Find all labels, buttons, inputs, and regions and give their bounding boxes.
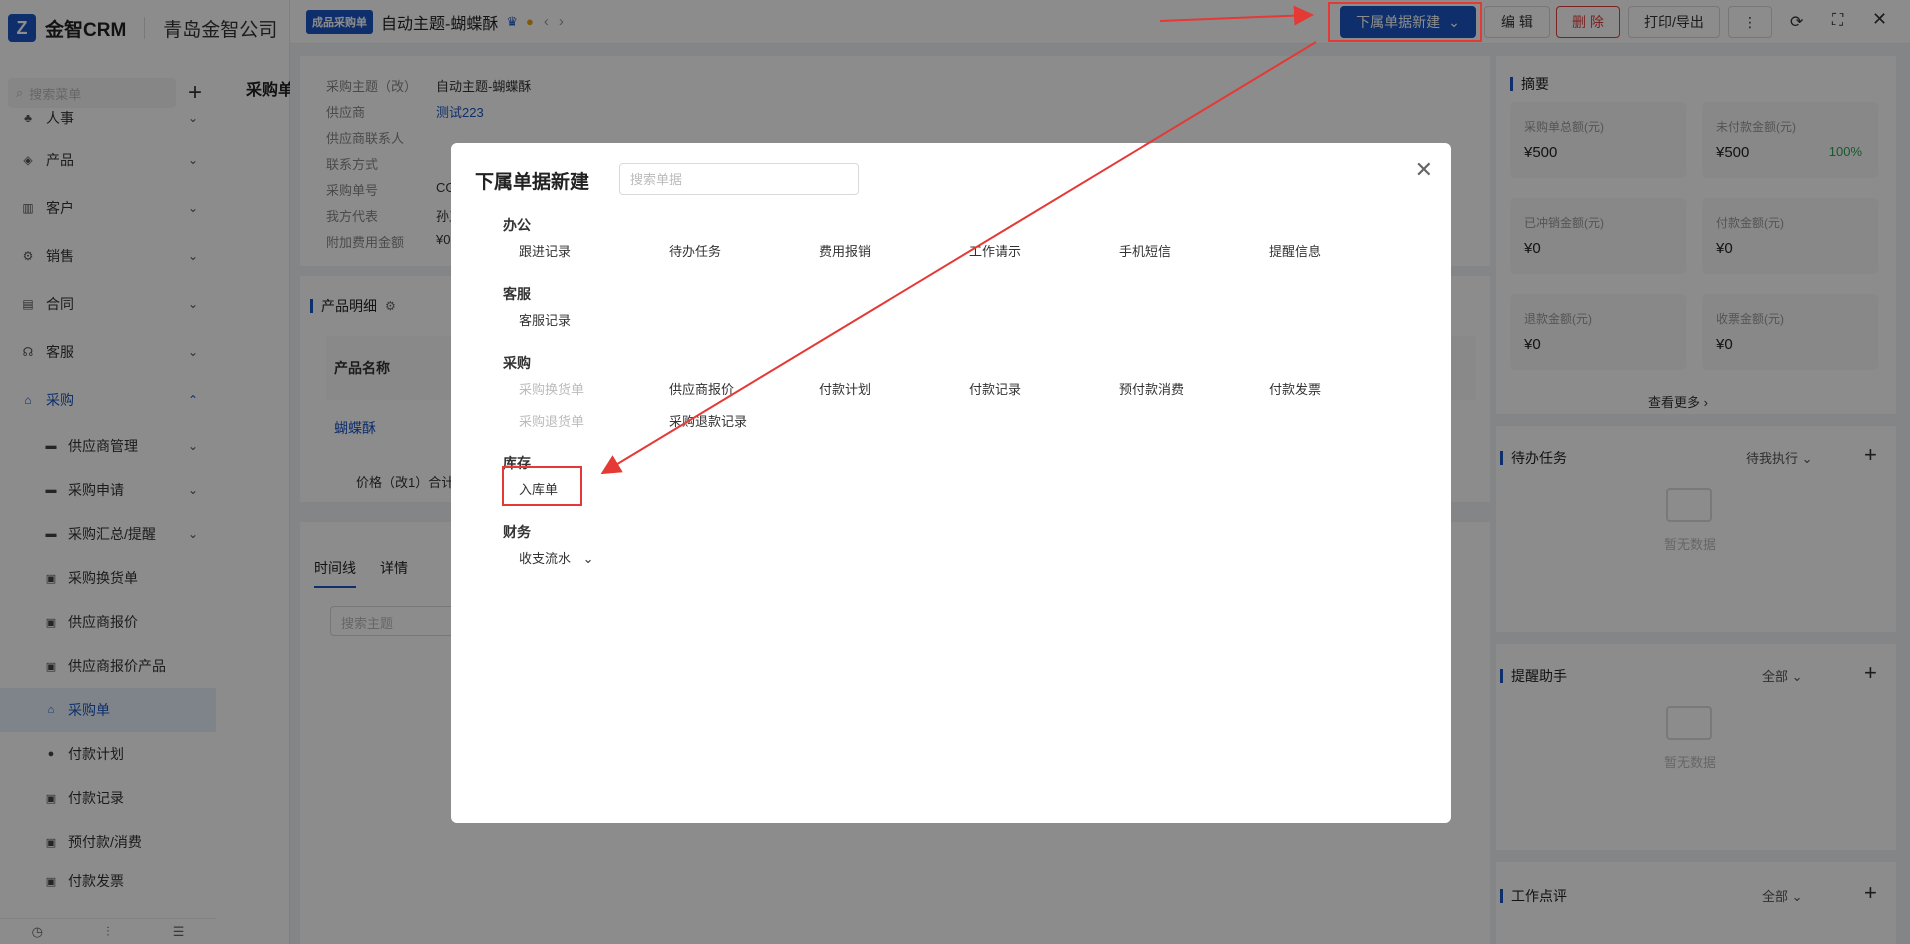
item-label: 收支流水 — [519, 551, 572, 566]
item-work-request[interactable]: 工作请示 — [969, 241, 1021, 260]
item-payment-invoice[interactable]: 付款发票 — [1269, 379, 1321, 398]
item-prepayment-consume[interactable]: 预付款消费 — [1119, 379, 1184, 398]
item-supplier-quote[interactable]: 供应商报价 — [669, 379, 734, 398]
modal-title: 下属单据新建 — [475, 172, 590, 193]
item-reminder[interactable]: 提醒信息 — [1269, 241, 1321, 260]
item-service-record[interactable]: 客服记录 — [519, 310, 571, 329]
item-follow-up-record[interactable]: 跟进记录 — [519, 241, 571, 260]
item-purchase-exchange: 采购换货单 — [519, 382, 585, 397]
item-cash-flow[interactable]: 收支流水 ⌄ — [519, 548, 594, 567]
annotation-box-create-button — [1328, 2, 1482, 42]
group-title-purchase: 采购 — [503, 355, 531, 371]
item-todo-task[interactable]: 待办任务 — [669, 241, 721, 260]
item-payment-plan[interactable]: 付款计划 — [819, 379, 871, 398]
group-title-office: 办公 — [503, 217, 531, 233]
annotation-box-stock-in — [502, 466, 582, 506]
item-expense-claim[interactable]: 费用报销 — [819, 241, 871, 260]
item-purchase-refund[interactable]: 采购退款记录 — [669, 411, 747, 430]
group-title-service: 客服 — [503, 286, 531, 302]
close-icon[interactable]: ✕ — [1415, 159, 1433, 181]
document-search-input[interactable] — [619, 163, 859, 195]
group-title-finance: 财务 — [503, 524, 531, 540]
item-payment-record[interactable]: 付款记录 — [969, 379, 1021, 398]
create-sub-document-modal: 下属单据新建 ✕ 办公 跟进记录 待办任务 费用报销 工作请示 手机短信 提醒信… — [451, 143, 1451, 823]
item-sms[interactable]: 手机短信 — [1119, 241, 1171, 260]
chevron-down-icon: ⌄ — [582, 551, 594, 566]
item-purchase-return: 采购退货单 — [519, 414, 585, 429]
